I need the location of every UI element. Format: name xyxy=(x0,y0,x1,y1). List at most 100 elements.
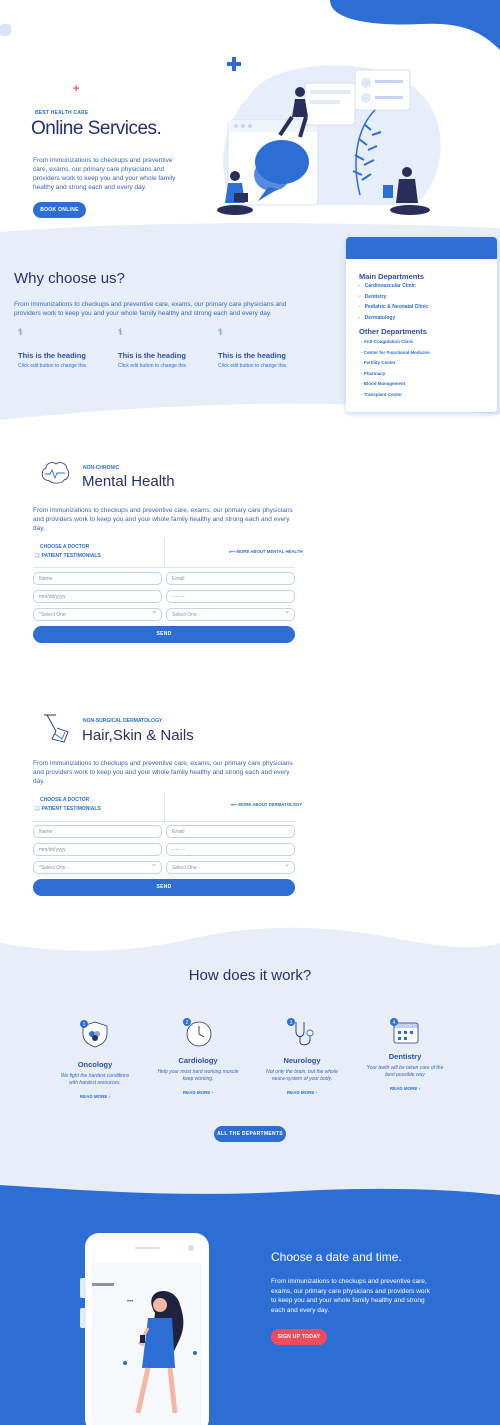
svg-text:1: 1 xyxy=(83,1022,86,1028)
department-link-other[interactable]: - Fertility Center xyxy=(361,360,430,371)
step-text: Help your most hard working muscle keep … xyxy=(157,1069,239,1082)
main-departments-title: Main Departments xyxy=(359,272,425,281)
step-title: Dentistry xyxy=(388,1052,422,1061)
stethoscope-icon: ⚕ xyxy=(18,327,23,337)
departments-card: Main Departments › Cardiovascular Clinic … xyxy=(346,237,497,412)
hero-wave-decoration xyxy=(0,0,500,50)
read-more-link[interactable]: READ MORE › xyxy=(252,1090,352,1095)
read-more-link[interactable]: READ MORE › xyxy=(148,1090,248,1095)
why-title: Why choose us? xyxy=(14,270,125,287)
department-link-other[interactable]: - Center for Functional Medicine xyxy=(361,350,430,361)
hero-section: + BEST HEALTH CARE Online Services. From… xyxy=(0,0,500,230)
send-button[interactable]: SEND xyxy=(33,626,295,643)
choose-doctor-link[interactable]: CHOOSE A DOCTOR xyxy=(37,544,89,550)
chevron-right-icon: › xyxy=(358,293,360,300)
feature-item: ⚕ This is the heading Click edit button … xyxy=(18,327,113,369)
stethoscope-icon: 3 xyxy=(287,1018,314,1046)
why-section: Why choose us? From immunizations to che… xyxy=(0,220,500,425)
phone-illustration: ••• xyxy=(80,1233,209,1425)
hero-illustration xyxy=(217,57,441,215)
chevron-right-icon: › xyxy=(358,304,360,310)
department-link-other[interactable]: - Blood Management xyxy=(361,381,430,392)
mental-text: From immunizations to checkups and preve… xyxy=(33,507,293,532)
read-more-link[interactable]: READ MORE › xyxy=(45,1094,145,1099)
time-field[interactable]: --:-- -- xyxy=(166,590,295,603)
email-field[interactable]: Email xyxy=(166,825,295,838)
step-title: Cardiology xyxy=(178,1056,218,1065)
dermatology-section: NON-SURGICAL DERMATOLOGY Hair,Skin & Nai… xyxy=(0,680,500,920)
patient-testimonials-link[interactable]: ❏ PATIENT TESTIMONIALS xyxy=(35,806,101,812)
step-text: Not only the brain, but the whole neura-… xyxy=(266,1069,338,1082)
read-more-link[interactable]: READ MORE › xyxy=(355,1086,455,1091)
chevron-right-icon: › xyxy=(358,283,360,289)
mental-tabs: CHOOSE A DOCTOR ❏ PATIENT TESTIMONIALS ⟵ … xyxy=(33,538,303,568)
patient-testimonials-link[interactable]: ❏ PATIENT TESTIMONIALS xyxy=(35,553,101,559)
send-button[interactable]: SEND xyxy=(33,879,295,896)
name-field[interactable]: Name xyxy=(33,825,162,838)
appointment-section: ••• Choose a date and time. From immuniz… xyxy=(0,1185,500,1425)
feature-heading: This is the heading xyxy=(118,351,186,360)
step-text: Your teeth will be taken care of the bes… xyxy=(366,1065,444,1078)
book-online-button[interactable]: BOOK ONLINE xyxy=(33,202,86,218)
name-field[interactable]: Name xyxy=(33,572,162,585)
step-text: We fight the hardest conditions with har… xyxy=(60,1073,130,1086)
date-field[interactable]: mm/dd/yyyy xyxy=(33,843,162,856)
chevron-right-icon: › xyxy=(358,314,360,321)
appointment-text: From immunizations to checkups and preve… xyxy=(271,1278,430,1314)
hero-text: From immunizations to checkups and preve… xyxy=(33,157,176,191)
department-link-other[interactable]: - Anti-Coagulation Clinic xyxy=(361,339,430,350)
time-field[interactable]: --:-- -- xyxy=(166,843,295,856)
step-title: Oncology xyxy=(77,1060,113,1069)
service-select[interactable]: Select One - xyxy=(166,608,295,621)
sign-up-button[interactable]: SIGN UP TODAY xyxy=(271,1329,327,1345)
shield-icon: 1 xyxy=(80,1020,108,1048)
all-departments-button[interactable]: ALL THE DEPARTMENTS xyxy=(214,1126,286,1142)
chat-icon: ❏ xyxy=(35,806,40,812)
how-section: How does it work? 1 Oncology We fight th… xyxy=(0,925,500,1195)
svg-text:2: 2 xyxy=(186,1020,189,1026)
email-field[interactable]: Email xyxy=(166,572,295,585)
doctor-select[interactable]: *Select One - xyxy=(33,861,162,874)
step-card-dentistry: 4 Dentistry Your teeth will be taken car… xyxy=(355,1018,455,1091)
clock-icon: 2 xyxy=(183,1018,212,1047)
step-card-oncology: 1 Oncology We fight the hardest conditio… xyxy=(45,1020,145,1099)
how-title: How does it work? xyxy=(188,967,312,984)
service-select[interactable]: Select One - xyxy=(166,861,295,874)
chat-icon: ❏ xyxy=(35,553,40,559)
step-card-neurology: 3 Neurology Not only the brain, but the … xyxy=(252,1018,352,1095)
brain-icon xyxy=(41,462,70,484)
appointment-title: Choose a date and time. xyxy=(271,1250,402,1264)
feature-sub: Click edit button to change this xyxy=(18,363,87,369)
department-link-dentistry[interactable]: › Dentistry xyxy=(358,294,428,305)
department-link-cardiovascular[interactable]: › Cardiovascular Clinic xyxy=(358,283,428,294)
doctor-select[interactable]: *Select One - xyxy=(33,608,162,621)
stethoscope-icon: ⚕ xyxy=(218,327,223,337)
svg-text:•••: ••• xyxy=(127,1299,133,1305)
choose-doctor-link[interactable]: CHOOSE A DOCTOR xyxy=(37,797,89,803)
more-about-link[interactable]: ⟵ MORE ABOUT MENTAL HEALTH xyxy=(229,549,303,555)
step-card-cardiology: 2 Cardiology Help your most hard working… xyxy=(148,1018,248,1095)
feature-item: ⚕ This is the heading Click edit button … xyxy=(218,327,313,369)
department-link-dermatology[interactable]: › Dermatology xyxy=(358,315,428,326)
derma-title: Hair,Skin & Nails xyxy=(82,727,194,744)
hero-title: Online Services. xyxy=(31,118,162,139)
more-about-link[interactable]: ⟵ MORE ABOUT DERMATOLOGY xyxy=(231,802,302,808)
feature-heading: This is the heading xyxy=(18,351,86,360)
department-link-other[interactable]: - Pharmacy xyxy=(361,371,430,382)
derma-tabs: CHOOSE A DOCTOR ❏ PATIENT TESTIMONIALS ⟵ … xyxy=(33,792,302,822)
svg-text:3: 3 xyxy=(290,1020,293,1026)
flask-icon xyxy=(44,714,69,743)
derma-text: From immunizations to checkups and preve… xyxy=(33,760,293,785)
feature-item: ⚕ This is the heading Click edit button … xyxy=(118,327,213,369)
date-field[interactable]: mm/dd/yyyy xyxy=(33,590,162,603)
department-link-other[interactable]: - Transplant Center xyxy=(361,392,430,403)
mental-eyebrow: NON-CHRONIC xyxy=(83,465,120,471)
svg-text:4: 4 xyxy=(393,1020,396,1026)
feature-heading: This is the heading xyxy=(218,351,286,360)
feature-sub: Click edit button to change this xyxy=(118,363,187,369)
hero-eyebrow: BEST HEALTH CARE xyxy=(35,110,89,116)
why-text: From immunizations to checkups and preve… xyxy=(14,301,287,317)
derma-eyebrow: NON-SURGICAL DERMATOLOGY xyxy=(83,718,163,724)
department-link-pediatric[interactable]: › Pediatric & Neonatal Clinic xyxy=(358,304,428,315)
tab-divider xyxy=(164,792,165,822)
